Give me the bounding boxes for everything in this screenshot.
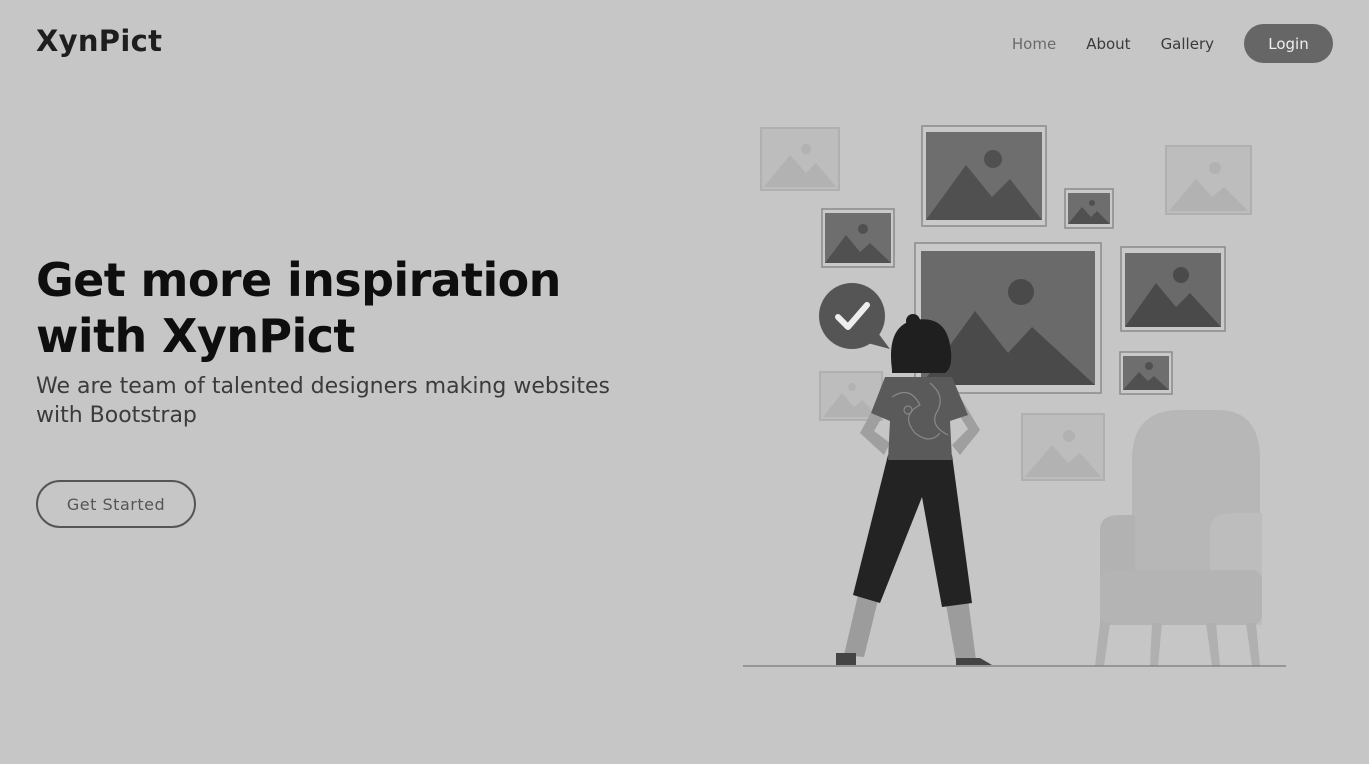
picture-frame [921,125,1047,227]
picture-frame-faint [760,127,840,191]
nav-gallery-link[interactable]: Gallery [1161,35,1214,53]
hero-subtitle: We are team of talented designers making… [36,374,611,428]
login-button[interactable]: Login [1244,24,1333,63]
get-started-button[interactable]: Get Started [36,480,196,528]
picture-frame-faint [1165,145,1252,215]
armchair [1095,410,1262,666]
picture-frame [821,208,895,268]
picture-frame [1120,246,1226,332]
brand-logo[interactable]: XynPict [36,24,162,58]
check-speech-bubble-icon [819,283,890,349]
gallery-illustration [743,125,1286,667]
picture-frame [1119,351,1173,395]
nav-about-link[interactable]: About [1086,35,1130,53]
picture-frame [1064,188,1114,229]
picture-frame-faint [1021,413,1105,481]
hero-title: Get more inspiration with XynPict [36,253,561,363]
top-nav: Home About Gallery Login [1012,24,1333,63]
nav-home-link[interactable]: Home [1012,35,1056,53]
